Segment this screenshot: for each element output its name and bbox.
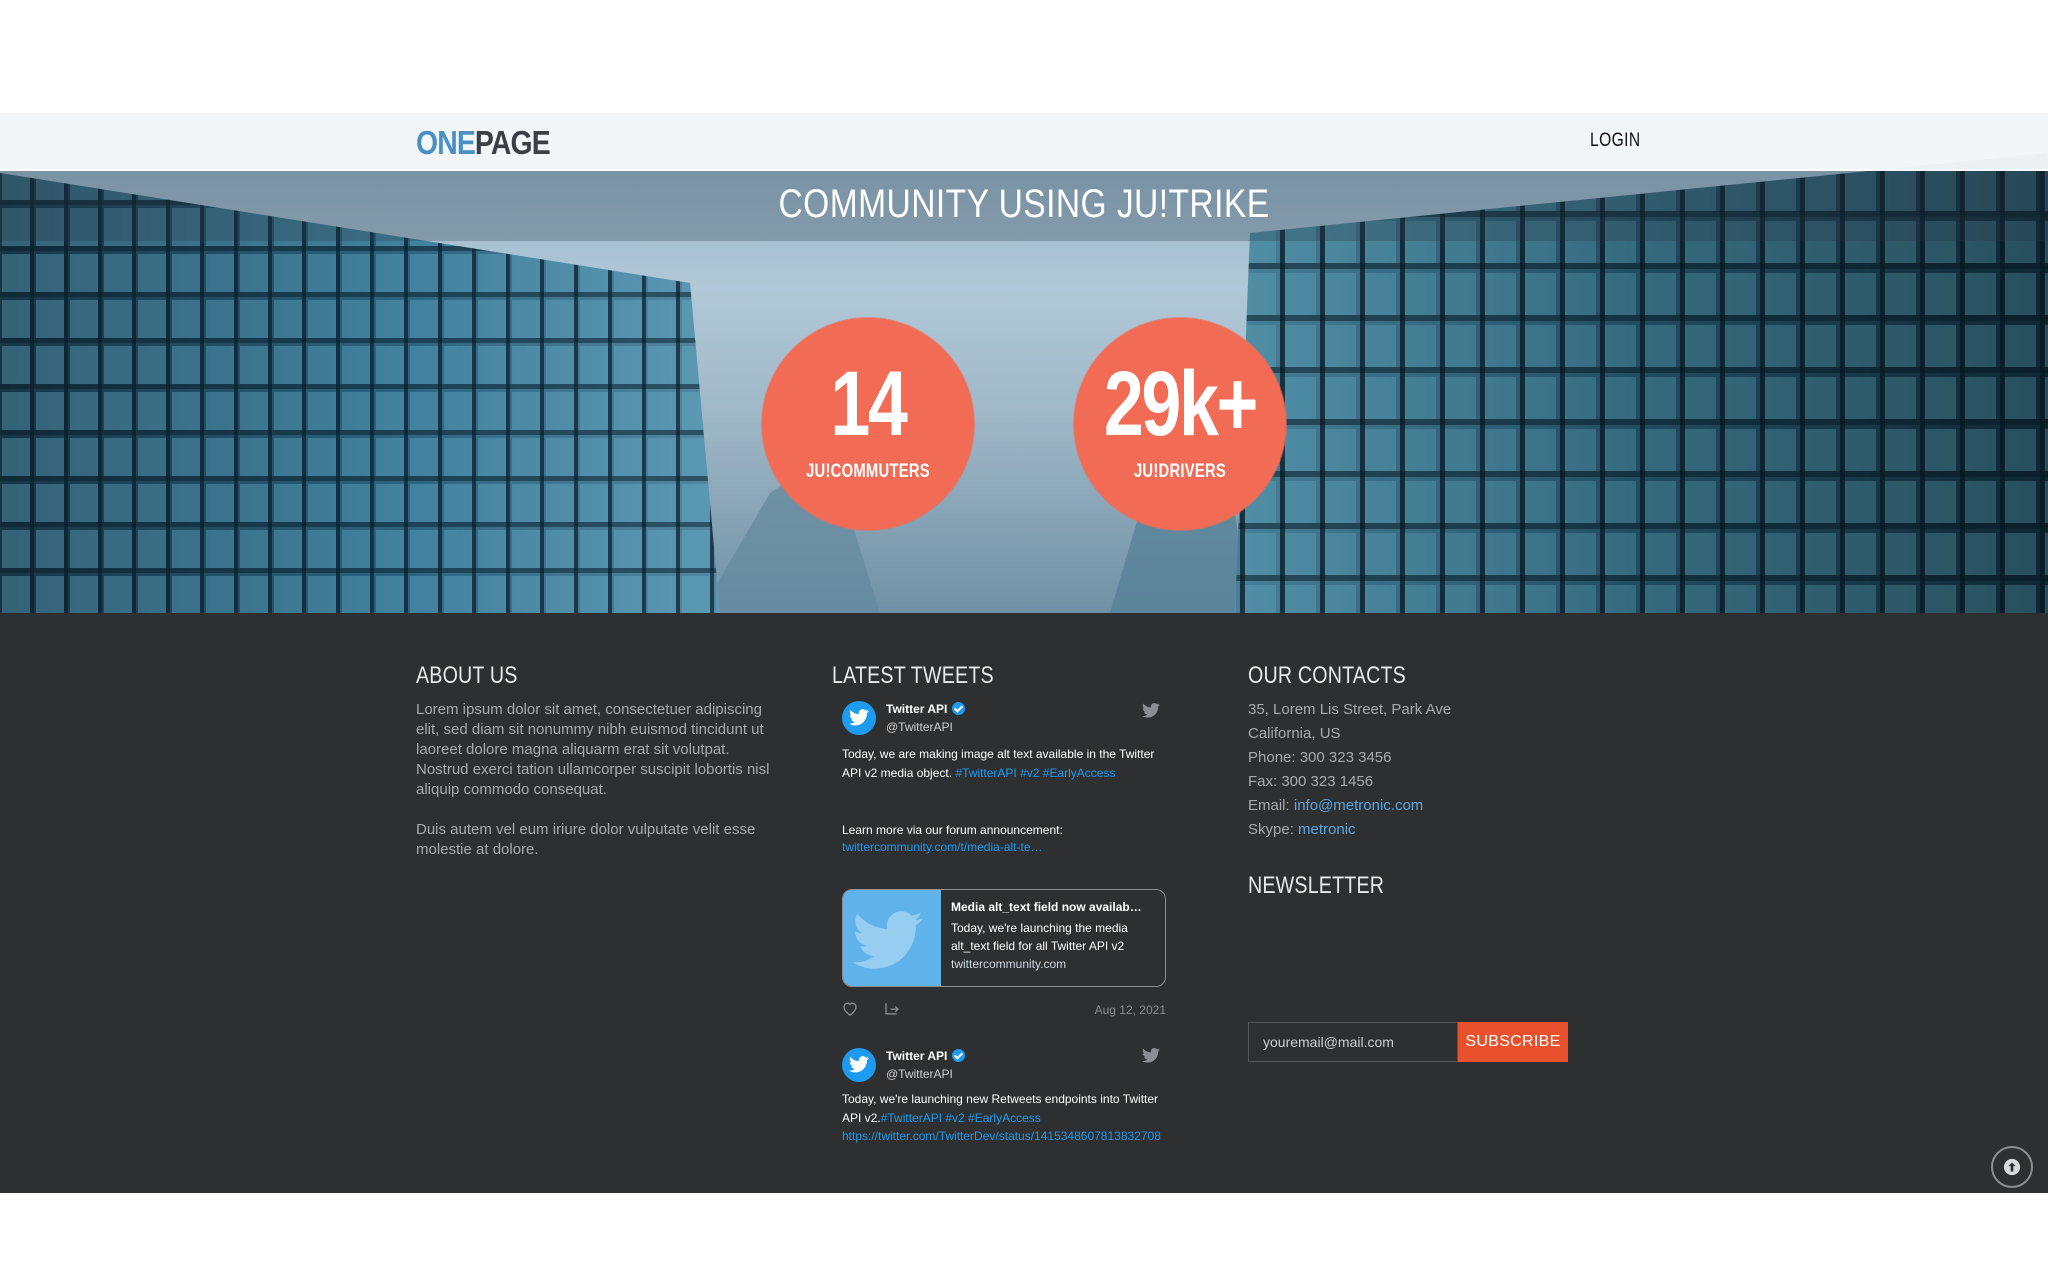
verified-badge-icon — [952, 1049, 966, 1062]
stat-label: JU!DRIVERS — [1133, 461, 1227, 482]
skype-label: Skype: — [1248, 821, 1294, 838]
contacts-title: OUR CONTACTS — [1248, 662, 1406, 689]
tweet-author[interactable]: Twitter API — [886, 702, 966, 716]
hero-section: ONEPAGE LOGIN COMMUNITY USING JU!TRIKE 1… — [0, 113, 2048, 613]
logo-text-one: ONE — [416, 124, 476, 161]
stat-value: 14 — [830, 353, 907, 455]
newsletter-email-input[interactable] — [1248, 1022, 1458, 1062]
skype-link[interactable]: metronic — [1298, 821, 1356, 838]
scroll-to-top-button[interactable] — [1991, 1146, 2033, 1188]
share-icon[interactable] — [884, 1001, 900, 1016]
contact-fax: Fax: 300 323 1456 — [1248, 773, 1374, 790]
email-link[interactable]: info@metronic.com — [1294, 797, 1423, 814]
stat-drivers: 29k+ JU!DRIVERS — [1074, 318, 1286, 530]
tweet-link[interactable]: https://twitter.com/TwitterDev/status/14… — [842, 1129, 1161, 1143]
page: ONEPAGE LOGIN COMMUNITY USING JU!TRIKE 1… — [0, 113, 2048, 1193]
tweet-author-name: Twitter API — [886, 1049, 948, 1063]
tweets-title: LATEST TWEETS — [832, 662, 994, 689]
login-link[interactable]: LOGIN — [1590, 130, 1641, 152]
arrow-up-icon — [2003, 1158, 2021, 1176]
card-description: Today, we're launching the media alt_tex… — [951, 921, 1128, 953]
link-preview-card[interactable]: Media alt_text field now availab… Today,… — [842, 889, 1166, 987]
top-navbar: ONEPAGE LOGIN — [0, 113, 2048, 171]
tweet-link-wrap: https://twitter.com/TwitterDev/status/14… — [842, 1127, 1164, 1146]
stat-value: 29k+ — [1103, 353, 1259, 455]
stat-commuters: 14 JU!COMMUTERS — [762, 318, 974, 530]
card-thumbnail — [843, 890, 941, 986]
newsletter-title: NEWSLETTER — [1248, 872, 1385, 899]
hero-title: COMMUNITY USING JU!TRIKE — [778, 182, 1270, 226]
contact-skype-line: Skype: metronic — [1248, 821, 1356, 838]
contact-phone: Phone: 300 323 3456 — [1248, 749, 1392, 766]
about-paragraph: Duis autem vel eum iriure dolor vulputat… — [416, 821, 756, 858]
footer-section: ABOUT US Lorem ipsum dolor sit amet, con… — [0, 613, 2048, 1193]
tweet-date[interactable]: Aug 12, 2021 — [1095, 1003, 1166, 1017]
card-url: twittercommunity.com — [951, 957, 1067, 971]
twitter-avatar-icon[interactable] — [842, 701, 876, 735]
email-label: Email: — [1248, 797, 1290, 814]
tweet-actions: Aug 12, 2021 — [842, 1001, 1166, 1019]
heart-icon[interactable] — [842, 1001, 858, 1016]
tweet-handle[interactable]: @TwitterAPI — [886, 1067, 953, 1081]
stat-label: JU!COMMUTERS — [806, 461, 930, 482]
tweet-text: Today, we are making image alt text avai… — [842, 745, 1164, 782]
twitter-bird-icon[interactable] — [1142, 703, 1160, 718]
card-title: Media alt_text field now availab… — [951, 900, 1142, 914]
tweet-handle[interactable]: @TwitterAPI — [886, 720, 953, 734]
contact-email-line: Email: info@metronic.com — [1248, 797, 1423, 814]
contact-address-line1: 35, Lorem Lis Street, Park Ave — [1248, 701, 1452, 718]
about-title: ABOUT US — [416, 662, 518, 689]
tweet-hashtags[interactable]: #TwitterAPI #v2 #EarlyAccess — [881, 1111, 1041, 1125]
subscribe-button[interactable]: SUBSCRIBE — [1458, 1022, 1568, 1062]
twitter-bird-icon — [852, 911, 923, 969]
site-logo[interactable]: ONEPAGE — [416, 124, 551, 162]
twitter-avatar-icon[interactable] — [842, 1048, 876, 1082]
twitter-bird-icon[interactable] — [1142, 1048, 1160, 1063]
tweet-text: Today, we're launching new Retweets endp… — [842, 1090, 1164, 1127]
about-paragraph: Lorem ipsum dolor sit amet, consectetuer… — [416, 701, 770, 798]
verified-badge-icon — [952, 702, 966, 715]
tweet-link[interactable]: twittercommunity.com/t/media-alt-te… — [842, 840, 1043, 854]
tweet-hashtags[interactable]: #TwitterAPI #v2 #EarlyAccess — [955, 766, 1115, 780]
logo-text-page: PAGE — [474, 124, 551, 161]
tweet-extra-text: Learn more via our forum announcement: — [842, 823, 1063, 837]
tweet-author-name: Twitter API — [886, 702, 948, 716]
contact-address-line2: California, US — [1248, 725, 1341, 742]
tweet-author[interactable]: Twitter API — [886, 1049, 966, 1063]
